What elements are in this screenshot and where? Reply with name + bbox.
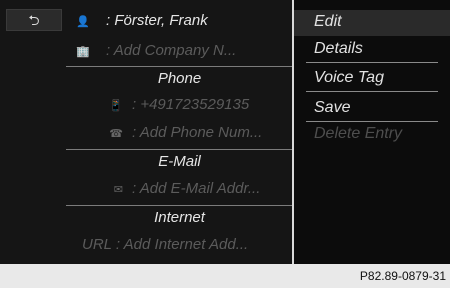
mobile-phone-icon: 📱 — [109, 100, 123, 112]
phone-number: : +491723529135 — [132, 96, 250, 113]
phone-section-header: Phone — [66, 66, 293, 93]
menu-item-delete-entry: Delete Entry — [294, 122, 450, 148]
display-screen: ⮌ 👤 : Förster, Frank 🏢 : Add Company N..… — [0, 0, 450, 264]
phone-handset-icon: ☎ — [109, 128, 123, 140]
email-row[interactable]: ✉ : Add E-Mail Addr... — [66, 177, 293, 203]
section-title: E-Mail — [158, 153, 201, 170]
menu-item-label: Voice Tag — [314, 69, 384, 86]
add-phone-row[interactable]: ☎ : Add Phone Num... — [66, 121, 293, 147]
figure-reference: P82.89-0879-31 — [359, 269, 446, 283]
menu-item-voice-tag[interactable]: Voice Tag — [294, 66, 450, 92]
internet-row[interactable]: URL : Add Internet Add... — [66, 233, 293, 259]
add-internet-field: URL : Add Internet Add... — [82, 236, 249, 253]
options-menu: Edit Details Voice Tag Save Delete Entry — [294, 0, 450, 264]
section-title: Internet — [154, 209, 205, 226]
internet-section-header: Internet — [66, 205, 293, 232]
back-button[interactable]: ⮌ — [6, 9, 62, 31]
back-arrow-icon: ⮌ — [28, 12, 40, 28]
menu-item-label: Details — [314, 40, 363, 57]
menu-item-label: Save — [314, 99, 351, 116]
contact-name-row[interactable]: 👤 : Förster, Frank — [66, 9, 293, 35]
menu-item-details[interactable]: Details — [294, 37, 450, 63]
company-field: : Add Company N... — [106, 42, 237, 59]
email-icon: ✉ — [113, 184, 123, 196]
person-icon: 👤 — [76, 16, 90, 28]
menu-item-label: Edit — [314, 13, 342, 30]
phone-number-row[interactable]: 📱 : +491723529135 — [66, 93, 293, 119]
contact-panel: ⮌ 👤 : Förster, Frank 🏢 : Add Company N..… — [0, 0, 293, 264]
menu-item-label: Delete Entry — [314, 125, 403, 142]
section-title: Phone — [157, 70, 202, 87]
email-section-header: E-Mail — [66, 149, 293, 176]
contact-name: : Förster, Frank — [106, 12, 208, 29]
company-row[interactable]: 🏢 : Add Company N... — [66, 39, 293, 65]
menu-item-save[interactable]: Save — [294, 96, 450, 122]
menu-item-edit[interactable]: Edit — [294, 10, 450, 36]
add-email-field: : Add E-Mail Addr... — [132, 180, 261, 197]
add-phone-field: : Add Phone Num... — [132, 124, 263, 141]
company-icon: 🏢 — [76, 46, 90, 58]
